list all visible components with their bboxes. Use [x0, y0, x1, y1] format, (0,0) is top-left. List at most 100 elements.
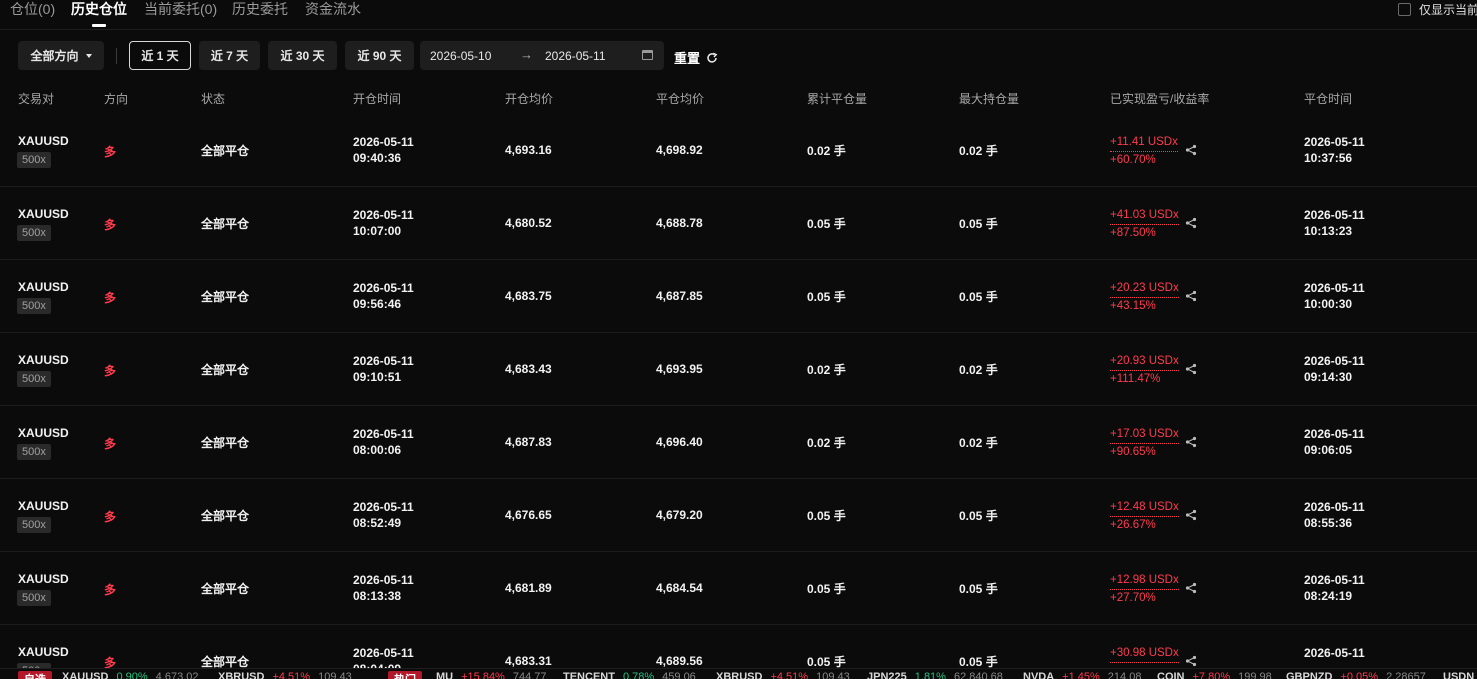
ticker-change: +0.05%	[1340, 671, 1379, 679]
close-clock: 10:37:56	[1304, 151, 1353, 165]
close-date: 2026-05-11	[1304, 281, 1365, 295]
pnl-amount[interactable]: +11.41 USDx	[1110, 134, 1178, 152]
direction: 多	[104, 364, 117, 378]
share-icon[interactable]	[1185, 217, 1197, 229]
ticker-item[interactable]: GBPNZD +0.05% 2.28657	[1286, 671, 1426, 679]
status: 全部平仓	[201, 290, 250, 304]
roi: +26.67%	[1110, 519, 1156, 531]
ticker-item[interactable]: TENCENT 0.78% 459.06	[563, 671, 696, 679]
ticker-change: 0.90%	[116, 671, 148, 679]
pnl-amount[interactable]: +41.03 USDx	[1110, 207, 1179, 225]
range-1d-button[interactable]: 近 1 天	[129, 41, 191, 70]
ticker-tag-watchlist[interactable]: 自选	[18, 671, 52, 679]
tab-fund-flow[interactable]: 资金流水	[305, 0, 361, 18]
tab-open-orders[interactable]: 当前委托(0)	[144, 0, 217, 18]
ticker-symbol: GBPNZD	[1286, 671, 1333, 679]
ticker-item[interactable]: XBRUSD +4.51% 109.43	[716, 671, 850, 679]
only-current-toggle[interactable]: 仅显示当前	[1398, 1, 1477, 18]
ticker-item[interactable]: COIN +7.80% 199.98	[1157, 671, 1272, 679]
date-range-picker[interactable]: 2026-05-10 → 2026-05-11	[420, 41, 664, 70]
calendar-icon[interactable]	[642, 50, 653, 60]
share-icon[interactable]	[1185, 655, 1197, 667]
cum-closed: 0.05 手	[807, 290, 846, 304]
direction: 多	[104, 218, 117, 232]
table-row[interactable]: XAUUSD 500x 多 全部平仓 2026-05-11 10:07:00 4,…	[0, 187, 1477, 260]
close-time: 2026-05-11	[1304, 645, 1365, 661]
ticker-item[interactable]: USDN	[1443, 671, 1474, 679]
date-from[interactable]: 2026-05-10	[430, 49, 491, 63]
close-date: 2026-05-11	[1304, 646, 1365, 660]
cum-closed: 0.05 手	[807, 509, 846, 523]
tab-order-history[interactable]: 历史委托	[232, 0, 288, 18]
close-price: 4,696.40	[656, 435, 703, 449]
only-current-checkbox[interactable]	[1398, 3, 1411, 16]
col-max-position: 最大持仓量	[959, 92, 1020, 106]
open-price: 4,676.65	[505, 508, 552, 522]
col-direction: 方向	[104, 92, 129, 106]
table-row[interactable]: XAUUSD 500x 多 全部平仓 2026-05-11 08:13:38 4,…	[0, 552, 1477, 625]
ticker-tag-hot[interactable]: 热门	[388, 671, 422, 679]
close-price: 4,688.78	[656, 216, 703, 230]
max-position: 0.02 手	[959, 144, 998, 158]
range-30d-button[interactable]: 近 30 天	[268, 41, 337, 70]
ticker-item[interactable]: XAUUSD 0.90% 4,673.02	[62, 671, 198, 679]
ticker-change: +7.80%	[1192, 671, 1231, 679]
leverage-badge: 500x	[17, 590, 51, 606]
date-to[interactable]: 2026-05-11	[545, 49, 606, 63]
max-position: 0.05 手	[959, 509, 998, 523]
col-close-time: 平仓时间	[1304, 92, 1353, 106]
tab-positions[interactable]: 仓位(0)	[10, 0, 55, 18]
symbol: XAUUSD	[18, 207, 69, 221]
open-date: 2026-05-11	[353, 135, 414, 149]
ticker-symbol: XBRUSD	[716, 671, 763, 679]
table-row[interactable]: XAUUSD 500x 多 全部平仓 2026-05-11 08:00:06 4,…	[0, 406, 1477, 479]
close-time: 2026-05-11 10:37:56	[1304, 134, 1365, 166]
close-date: 2026-05-11	[1304, 500, 1365, 514]
roi: +111.47%	[1110, 373, 1161, 385]
close-date: 2026-05-11	[1304, 573, 1365, 587]
range-7d-button[interactable]: 近 7 天	[199, 41, 260, 70]
symbol: XAUUSD	[18, 134, 69, 148]
pnl-amount[interactable]: +20.93 USDx	[1110, 353, 1179, 371]
col-open-time: 开仓时间	[353, 92, 402, 106]
share-icon[interactable]	[1185, 144, 1197, 156]
close-time: 2026-05-11 10:00:30	[1304, 280, 1365, 312]
ticker-change: +4.51%	[272, 671, 311, 679]
ticker-change: +1.45%	[1062, 671, 1100, 679]
range-90d-button[interactable]: 近 90 天	[345, 41, 414, 70]
table-row[interactable]: XAUUSD 500x 多 全部平仓 2026-05-11 08:52:49 4,…	[0, 479, 1477, 552]
reset-button[interactable]: 重置	[674, 48, 718, 67]
col-symbol: 交易对	[18, 92, 55, 106]
pnl-amount[interactable]: +17.03 USDx	[1110, 426, 1179, 444]
pnl-cell: +17.03 USDx +90.65%	[1110, 426, 1179, 460]
ticker-item[interactable]: NVDA +1.45% 214.08	[1023, 671, 1141, 679]
table-row[interactable]: XAUUSD 500x 多 全部平仓 2026-05-11 09:40:36 4,…	[0, 114, 1477, 187]
pnl-amount[interactable]: +12.48 USDx	[1110, 499, 1179, 517]
max-position: 0.02 手	[959, 363, 998, 377]
tab-history-positions[interactable]: 历史仓位	[71, 0, 127, 18]
pnl-amount[interactable]: +30.98 USDx	[1110, 645, 1179, 663]
ticker-symbol: COIN	[1157, 671, 1185, 679]
share-icon[interactable]	[1185, 290, 1197, 302]
share-icon[interactable]	[1185, 436, 1197, 448]
share-icon[interactable]	[1185, 363, 1197, 375]
ticker-item[interactable]: JPN225 1.81% 62,840.68	[867, 671, 1003, 679]
roi: +60.70%	[1110, 154, 1156, 166]
ticker-item[interactable]: XBRUSD +4.51% 109.43	[218, 671, 352, 679]
close-time: 2026-05-11 10:13:23	[1304, 207, 1365, 239]
share-icon[interactable]	[1185, 509, 1197, 521]
share-icon[interactable]	[1185, 582, 1197, 594]
table-row[interactable]: XAUUSD 500x 多 全部平仓 2026-05-11 09:10:51 4,…	[0, 333, 1477, 406]
pnl-amount[interactable]: +12.98 USDx	[1110, 572, 1179, 590]
table-row[interactable]: XAUUSD 500x 多 全部平仓 2026-05-11 09:56:46 4,…	[0, 260, 1477, 333]
pnl-amount[interactable]: +20.23 USDx	[1110, 280, 1179, 298]
open-price: 4,687.83	[505, 435, 552, 449]
ticker-tag: 热门	[388, 671, 422, 679]
open-price: 4,683.43	[505, 362, 552, 376]
open-clock: 08:00:06	[353, 443, 402, 457]
close-clock: 10:00:30	[1304, 297, 1353, 311]
close-date: 2026-05-11	[1304, 208, 1365, 222]
pnl-cell: +12.48 USDx +26.67%	[1110, 499, 1179, 533]
ticker-item[interactable]: MU +15.84% 744.77	[436, 671, 547, 679]
direction-dropdown[interactable]: 全部方向	[18, 41, 104, 70]
